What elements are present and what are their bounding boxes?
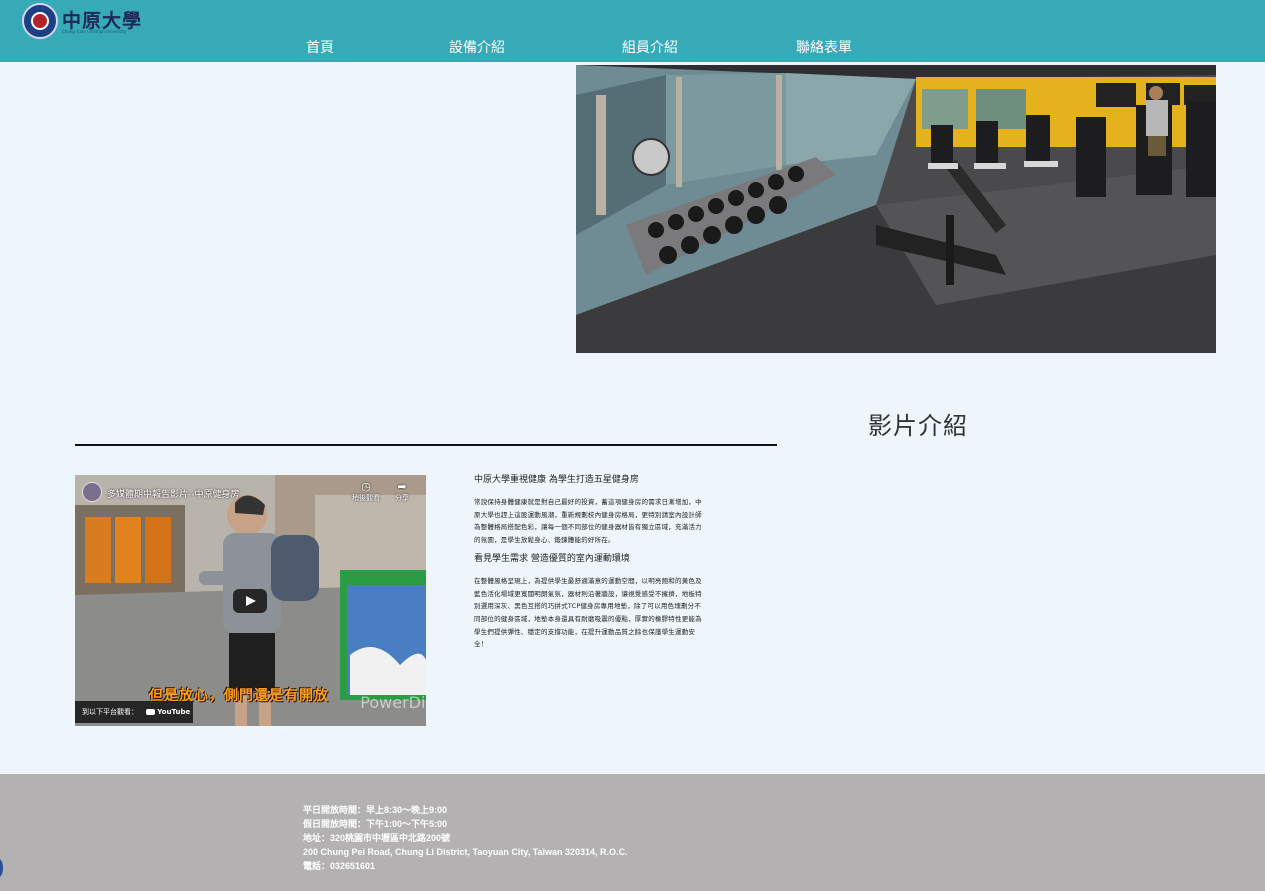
share-label: 分享 bbox=[395, 494, 409, 502]
top-navigation-bar: 中原大學 Chung Yuan Christian University 首頁 … bbox=[0, 0, 1265, 62]
share-icon: ➦ bbox=[397, 480, 407, 493]
address-en: 200 Chung Pei Road, Chung Li District, T… bbox=[303, 847, 628, 857]
address-zh: 地址：320桃園市中壢區中北路200號 bbox=[303, 833, 451, 843]
nav-home[interactable]: 首頁 bbox=[306, 38, 334, 58]
watch-later-button[interactable]: ◷ 稍後觀看 bbox=[349, 481, 383, 503]
nav-equipment[interactable]: 設備介紹 bbox=[449, 38, 505, 58]
university-seal-icon bbox=[22, 3, 58, 39]
logo-text: 中原大學 bbox=[62, 10, 143, 32]
university-logo[interactable]: 中原大學 Chung Yuan Christian University bbox=[22, 2, 144, 40]
article: 中原大學重視健康 為學生打造五星健身房 常說保持身體健康就是對自己最好的投資，蓄… bbox=[474, 474, 704, 657]
section-title: 影片介紹 bbox=[868, 412, 968, 440]
footer: 平日開放時間：早上8:30～晚上9:00 假日開放時間：下午1:00～下午5:0… bbox=[0, 774, 1265, 891]
article-paragraph-2: 在整體風格呈現上，為提供學生最舒適滿意的運動空間，以明亮飽和的黃色及藍色活化場域… bbox=[474, 576, 702, 649]
section-divider bbox=[75, 444, 777, 446]
nav-members[interactable]: 組員介紹 bbox=[622, 38, 678, 58]
article-paragraph-1: 常說保持身體健康就是對自己最好的投資，蓄這項健身房的需求日漸增加，中原大學也趕上… bbox=[474, 498, 702, 545]
gym-photo bbox=[576, 65, 1216, 353]
youtube-logo: YouTube bbox=[146, 701, 190, 723]
weekday-hours: 平日開放時間：早上8:30～晚上9:00 bbox=[303, 805, 448, 815]
holiday-hours: 假日開放時間：下午1:00～下午5:00 bbox=[303, 819, 448, 829]
watch-on-label: 到以下平台觀看： bbox=[82, 708, 138, 716]
logo-subtext: Chung Yuan Christian University bbox=[62, 29, 127, 34]
phone: 電話：032651601 bbox=[303, 861, 376, 871]
video-title[interactable]: 多媒體期中報告影片--中原健身房 bbox=[107, 487, 240, 500]
nav-contact-form[interactable]: 聯絡表單 bbox=[796, 38, 852, 58]
main-nav: 首頁 設備介紹 組員介紹 聯絡表單 bbox=[0, 38, 1265, 58]
channel-avatar[interactable] bbox=[82, 482, 102, 502]
watch-later-label: 稍後觀看 bbox=[352, 494, 380, 502]
clock-icon: ◷ bbox=[361, 480, 371, 493]
play-button-icon[interactable] bbox=[233, 589, 267, 613]
article-heading-2: 看見學生需求 營造優質的室內運動環境 bbox=[474, 553, 630, 564]
video-watermark: PowerDir bbox=[360, 693, 426, 712]
article-heading-1: 中原大學重視健康 為學生打造五星健身房 bbox=[474, 475, 639, 485]
watch-on-youtube-bar[interactable]: 到以下平台觀看： YouTube bbox=[75, 701, 193, 723]
share-button[interactable]: ➦ 分享 bbox=[385, 481, 419, 503]
footer-info: 平日開放時間：早上8:30～晚上9:00 假日開放時間：下午1:00～下午5:0… bbox=[303, 803, 628, 873]
youtube-video-embed[interactable]: 多媒體期中報告影片--中原健身房 ◷ 稍後觀看 ➦ 分享 但是放心，側門還是有開… bbox=[75, 475, 426, 726]
